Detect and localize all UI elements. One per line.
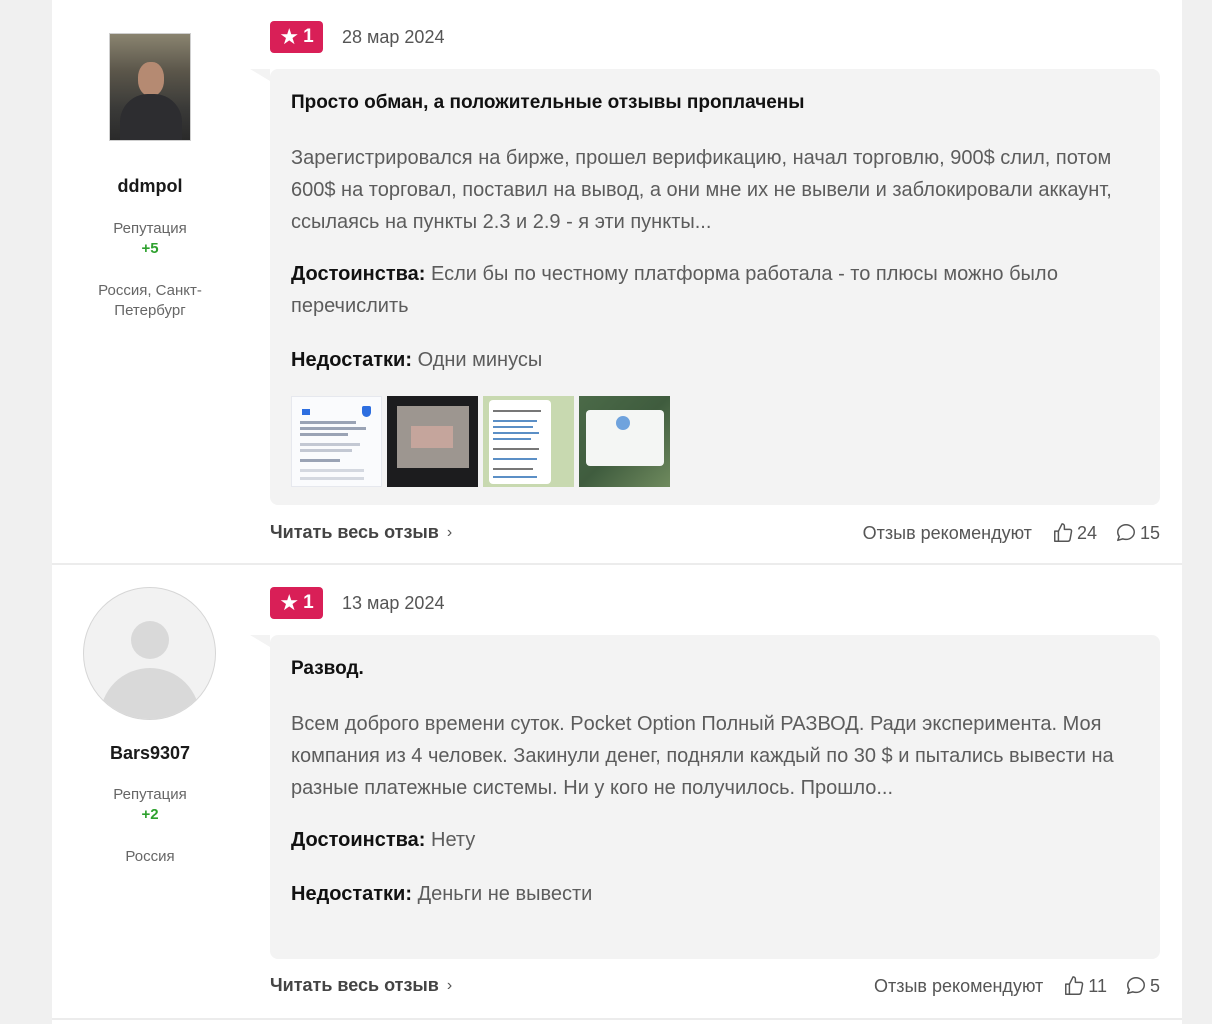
- review-footer: Читать весь отзыв › Отзыв рекомендуют 24: [270, 522, 1160, 546]
- review-footer: Читать весь отзыв › Отзыв рекомендуют 11: [270, 975, 1160, 999]
- photo-thumbnail[interactable]: [483, 396, 574, 487]
- review-date: 28 мар 2024: [342, 27, 445, 47]
- rating-value: 1: [303, 26, 314, 47]
- review-card: Bars9307 Репутация +2 Россия ★ 1 13 мар …: [52, 565, 1182, 1020]
- comments-button[interactable]: 15: [1115, 522, 1160, 544]
- read-more-link[interactable]: Читать весь отзыв ›: [270, 522, 452, 543]
- photo-thumbnail[interactable]: [387, 396, 478, 487]
- review-body: Развод. Всем доброго времени суток. Pock…: [250, 635, 1160, 959]
- rating-badge: ★ 1: [270, 21, 323, 53]
- review-cons: Недостатки: Одни минусы: [291, 344, 1138, 376]
- comments-button[interactable]: 5: [1125, 975, 1160, 997]
- review-pros: Достоинства: Нету: [291, 824, 1138, 856]
- comment-count: 15: [1139, 522, 1160, 543]
- author-username[interactable]: Bars9307: [52, 743, 248, 764]
- photo-thumbnail[interactable]: [291, 396, 382, 487]
- chevron-right-icon: ›: [446, 976, 453, 994]
- comment-icon: [1127, 977, 1145, 995]
- review-stats: Отзыв рекомендуют 24 15: [863, 522, 1160, 544]
- review-text: Всем доброго времени суток. Pocket Optio…: [291, 713, 1114, 799]
- pros-text: Нету: [431, 829, 476, 851]
- like-button[interactable]: 11: [1063, 975, 1107, 997]
- review-photos: [291, 396, 1138, 487]
- avatar[interactable]: [109, 33, 191, 141]
- photo-thumbnail[interactable]: [579, 396, 670, 487]
- review-stats: Отзыв рекомендуют 11 5: [874, 975, 1160, 997]
- review-date: 13 мар 2024: [342, 593, 445, 613]
- comment-icon: [1116, 524, 1135, 542]
- reputation-value: +2: [141, 806, 159, 823]
- read-more-link[interactable]: Читать весь отзыв ›: [270, 975, 452, 996]
- review-card: ddmpol Репутация +5 Россия, Санкт-Петерб…: [52, 0, 1182, 565]
- reviews-list: ddmpol Репутация +5 Россия, Санкт-Петерб…: [52, 0, 1182, 1024]
- reputation-label: Репутация: [113, 220, 187, 237]
- recommend-label: Отзыв рекомендуют: [862, 522, 1032, 543]
- review-body: Просто обман, а положительные отзывы про…: [250, 69, 1160, 505]
- cons-label: Недостатки:: [291, 883, 413, 905]
- review-title[interactable]: Развод.: [291, 656, 1138, 682]
- cons-text: Деньги не вывести: [417, 883, 593, 905]
- like-button[interactable]: 24: [1052, 522, 1097, 544]
- pros-label: Достоинства:: [291, 829, 426, 851]
- recommend-label: Отзыв рекомендуют: [874, 975, 1044, 996]
- reputation-label: Репутация: [113, 786, 187, 803]
- review-cons: Недостатки: Деньги не вывести: [291, 878, 1138, 910]
- author-location: Россия, Санкт-Петербург: [98, 282, 202, 319]
- star-icon: ★: [279, 590, 300, 615]
- like-count: 11: [1088, 975, 1107, 996]
- comment-count: 5: [1149, 975, 1160, 996]
- author-location: Россия: [125, 848, 175, 865]
- read-more-label: Читать весь отзыв: [270, 975, 439, 995]
- thumbs-up-icon: [1065, 976, 1084, 995]
- reputation-value: +5: [141, 240, 159, 257]
- author-username[interactable]: ddmpol: [52, 176, 248, 197]
- review-text: Зарегистрировался на бирже, прошел вериф…: [291, 147, 1112, 233]
- like-count: 24: [1076, 522, 1097, 543]
- cons-text: Одни минусы: [417, 349, 543, 371]
- star-icon: ★: [279, 24, 300, 49]
- read-more-label: Читать весь отзыв: [270, 522, 439, 542]
- cons-label: Недостатки:: [291, 349, 413, 371]
- chevron-right-icon: ›: [446, 523, 453, 541]
- rating-badge: ★ 1: [270, 587, 323, 619]
- review-pros: Достоинства: Если бы по честному платфор…: [291, 258, 1138, 322]
- thumbs-up-icon: [1053, 523, 1073, 542]
- review-title[interactable]: Просто обман, а положительные отзывы про…: [291, 90, 1138, 116]
- rating-value: 1: [303, 592, 314, 613]
- avatar[interactable]: [83, 587, 216, 720]
- pros-label: Достоинства:: [291, 263, 426, 285]
